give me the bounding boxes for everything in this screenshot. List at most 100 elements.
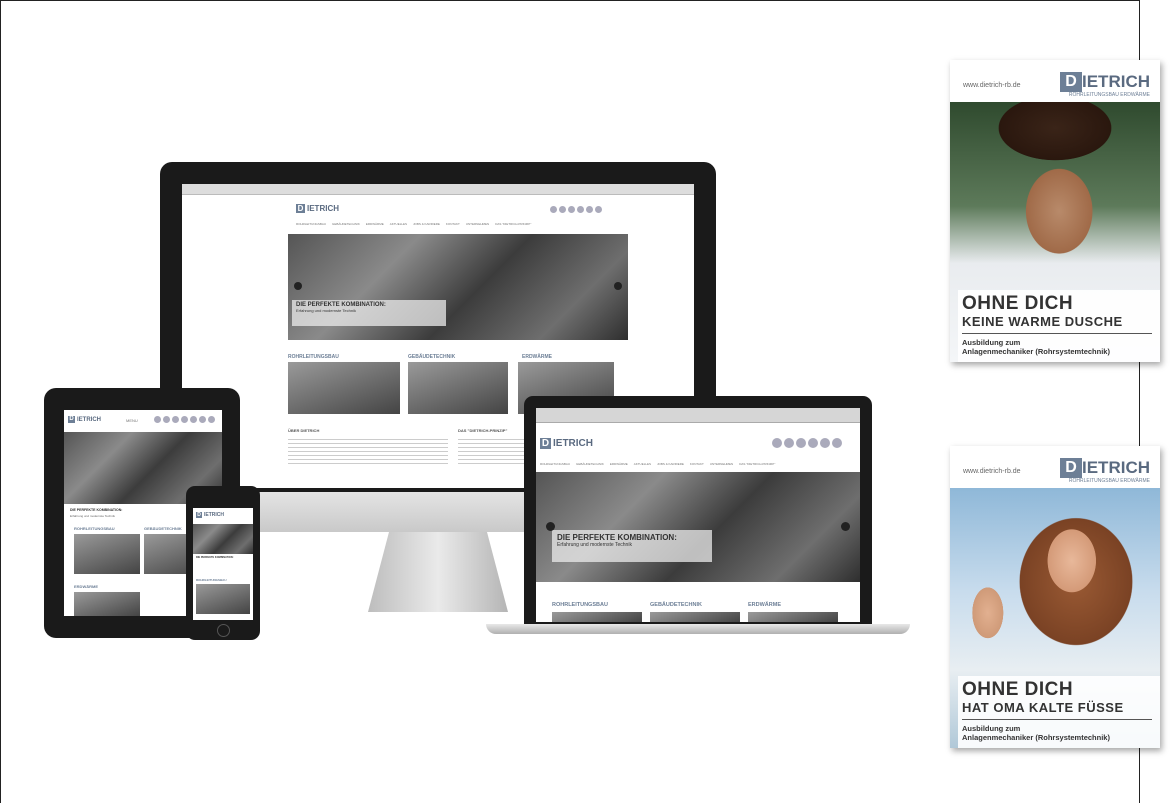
logo-text: IETRICH [307,204,339,213]
poster-text-2: Anlagenmechaniker (Rohrsystemtechnik) [962,347,1110,356]
nav-item[interactable]: ERDWÄRME [610,462,628,466]
site-logo[interactable]: D IETRICH [540,438,593,449]
nav-item[interactable]: UNTERNEHMEN [710,462,733,466]
category-label[interactable]: ERDWÄRME [522,354,552,360]
social-icons [550,206,602,213]
social-icon[interactable] [568,206,575,213]
social-icon[interactable] [784,438,794,448]
social-icon[interactable] [808,438,818,448]
social-icon[interactable] [154,416,161,423]
category-label[interactable]: ERDWÄRME [748,602,781,608]
poster-cold-feet: www.dietrich-rb.de D IETRICH ROHRLEITUNGS… [950,446,1160,748]
hero-slider[interactable]: DIE PERFEKTE KOMBINATION: Erfahrung und … [288,234,628,340]
frame-left [0,0,1,803]
slider-prev-icon[interactable] [294,282,302,290]
logo-text: IETRICH [77,416,101,423]
phone-logo[interactable]: D IETRICH [196,512,224,518]
category-label[interactable]: ROHRLEITUNGSBAU [288,354,339,360]
poster-subline: HAT OMA KALTE FÜSSE [962,700,1152,720]
category-label[interactable]: ROHRLEITUNGSBAU [74,526,115,531]
category-label[interactable]: ERDWÄRME [74,584,98,589]
category-image[interactable] [288,362,400,414]
nav-item[interactable]: AKTUELLES [390,222,407,226]
hero-subtitle: Erfahrung und modernste Technik [296,308,356,313]
social-icon[interactable] [772,438,782,448]
tablet-logo[interactable]: D IETRICH [68,416,101,423]
nav-item[interactable]: DAS "DIETRICH-PRINZIP" [495,222,531,226]
nav-item[interactable]: ERDWÄRME [366,222,384,226]
nav-item[interactable]: GEBÄUDETECHNIK [576,462,604,466]
poster-headline: OHNE DICH [962,679,1074,700]
category-label[interactable]: GEBÄUDETECHNIK [650,602,702,608]
nav-item[interactable]: JOBS & KARRIERE [657,462,684,466]
poster-headline: OHNE DICH [962,293,1074,314]
category-image[interactable] [552,612,642,622]
social-icon[interactable] [172,416,179,423]
logo-text: IETRICH [553,438,593,449]
hero-title: DIE PERFEKTE KOMBINATION: [196,556,234,559]
site-logo[interactable]: D IETRICH [296,204,339,213]
nav-item[interactable]: JOBS & KARRIERE [413,222,440,226]
main-nav: ROHRLEITUNGSBAU GEBÄUDETECHNIK ERDWÄRME … [540,462,775,466]
slider-next-icon[interactable] [841,522,850,531]
browser-bar [182,184,694,195]
menu-label[interactable]: MENU [126,418,138,423]
nav-item[interactable]: ROHRLEITUNGSBAU [296,222,326,226]
poster-text-band: OHNE DICH HAT OMA KALTE FÜSSE Ausbildung… [958,676,1160,748]
hero-title: DIE PERFEKTE KOMBINATION: [70,508,123,512]
about-text [288,436,448,466]
laptop: D IETRICH ROHRLEITUNGSBAU GEBÄUDETECHNIK… [486,396,910,642]
social-icon[interactable] [586,206,593,213]
social-icon[interactable] [181,416,188,423]
slider-next-icon[interactable] [614,282,622,290]
logo-text: IETRICH [1082,72,1150,91]
social-icon[interactable] [820,438,830,448]
slider-prev-icon[interactable] [546,522,555,531]
poster-url: www.dietrich-rb.de [963,468,1021,475]
hero-slider[interactable] [193,524,253,554]
social-icon[interactable] [832,438,842,448]
nav-item[interactable]: KONTAKT [446,222,460,226]
nav-item[interactable]: ROHRLEITUNGSBAU [540,462,570,466]
category-image[interactable] [650,612,740,622]
logo-text: IETRICH [204,512,224,518]
social-icon[interactable] [550,206,557,213]
phone-screen: D IETRICH DIE PERFEKTE KOMBINATION: ROHR… [193,508,253,620]
social-icon[interactable] [559,206,566,213]
category-label[interactable]: ROHRLEITUNGSBAU [196,578,227,582]
poster-text-1: Ausbildung zum [962,338,1021,347]
social-icon[interactable] [577,206,584,213]
social-icons [772,438,842,448]
hero-caption: DIE PERFEKTE KOMBINATION: Erfahrung und … [552,530,712,562]
poster-text-1: Ausbildung zum [962,724,1021,733]
nav-item[interactable]: GEBÄUDETECHNIK [332,222,360,226]
category-image[interactable] [748,612,838,622]
hero-caption: DIE PERFEKTE KOMBINATION: Erfahrung und … [292,300,446,326]
social-icon[interactable] [208,416,215,423]
category-image[interactable] [74,534,140,574]
category-label[interactable]: ROHRLEITUNGSBAU [552,602,608,608]
category-image[interactable] [196,584,250,614]
home-button[interactable] [217,624,230,637]
hero-slider[interactable]: DIE PERFEKTE KOMBINATION: Erfahrung und … [536,472,860,582]
browser-bar [536,408,860,423]
social-icon[interactable] [595,206,602,213]
category-label[interactable]: GEBÄUDETECHNIK [144,526,182,531]
nav-item[interactable]: AKTUELLES [634,462,651,466]
poster-tagline: ROHRLEITUNGSBAU ERDWÄRME [1068,92,1150,98]
hero-subtitle: Erfahrung und modernste Technik [557,542,632,548]
category-label[interactable]: GEBÄUDETECHNIK [408,354,455,360]
logo-mark: D [68,416,75,423]
poster-warm-shower: www.dietrich-rb.de D IETRICH ROHRLEITUNGS… [950,60,1160,362]
poster-logo: D IETRICH ROHRLEITUNGSBAU ERDWÄRME [1060,458,1150,484]
nav-item[interactable]: UNTERNEHMEN [466,222,489,226]
social-icon[interactable] [199,416,206,423]
nav-item[interactable]: DAS "DIETRICH-PRINZIP" [739,462,775,466]
social-icon[interactable] [190,416,197,423]
nav-item[interactable]: KONTAKT [690,462,704,466]
smartphone: D IETRICH DIE PERFEKTE KOMBINATION: ROHR… [186,486,260,640]
category-image[interactable] [74,592,140,616]
social-icon[interactable] [163,416,170,423]
about-heading: ÜBER DIETRICH [288,428,320,433]
social-icon[interactable] [796,438,806,448]
